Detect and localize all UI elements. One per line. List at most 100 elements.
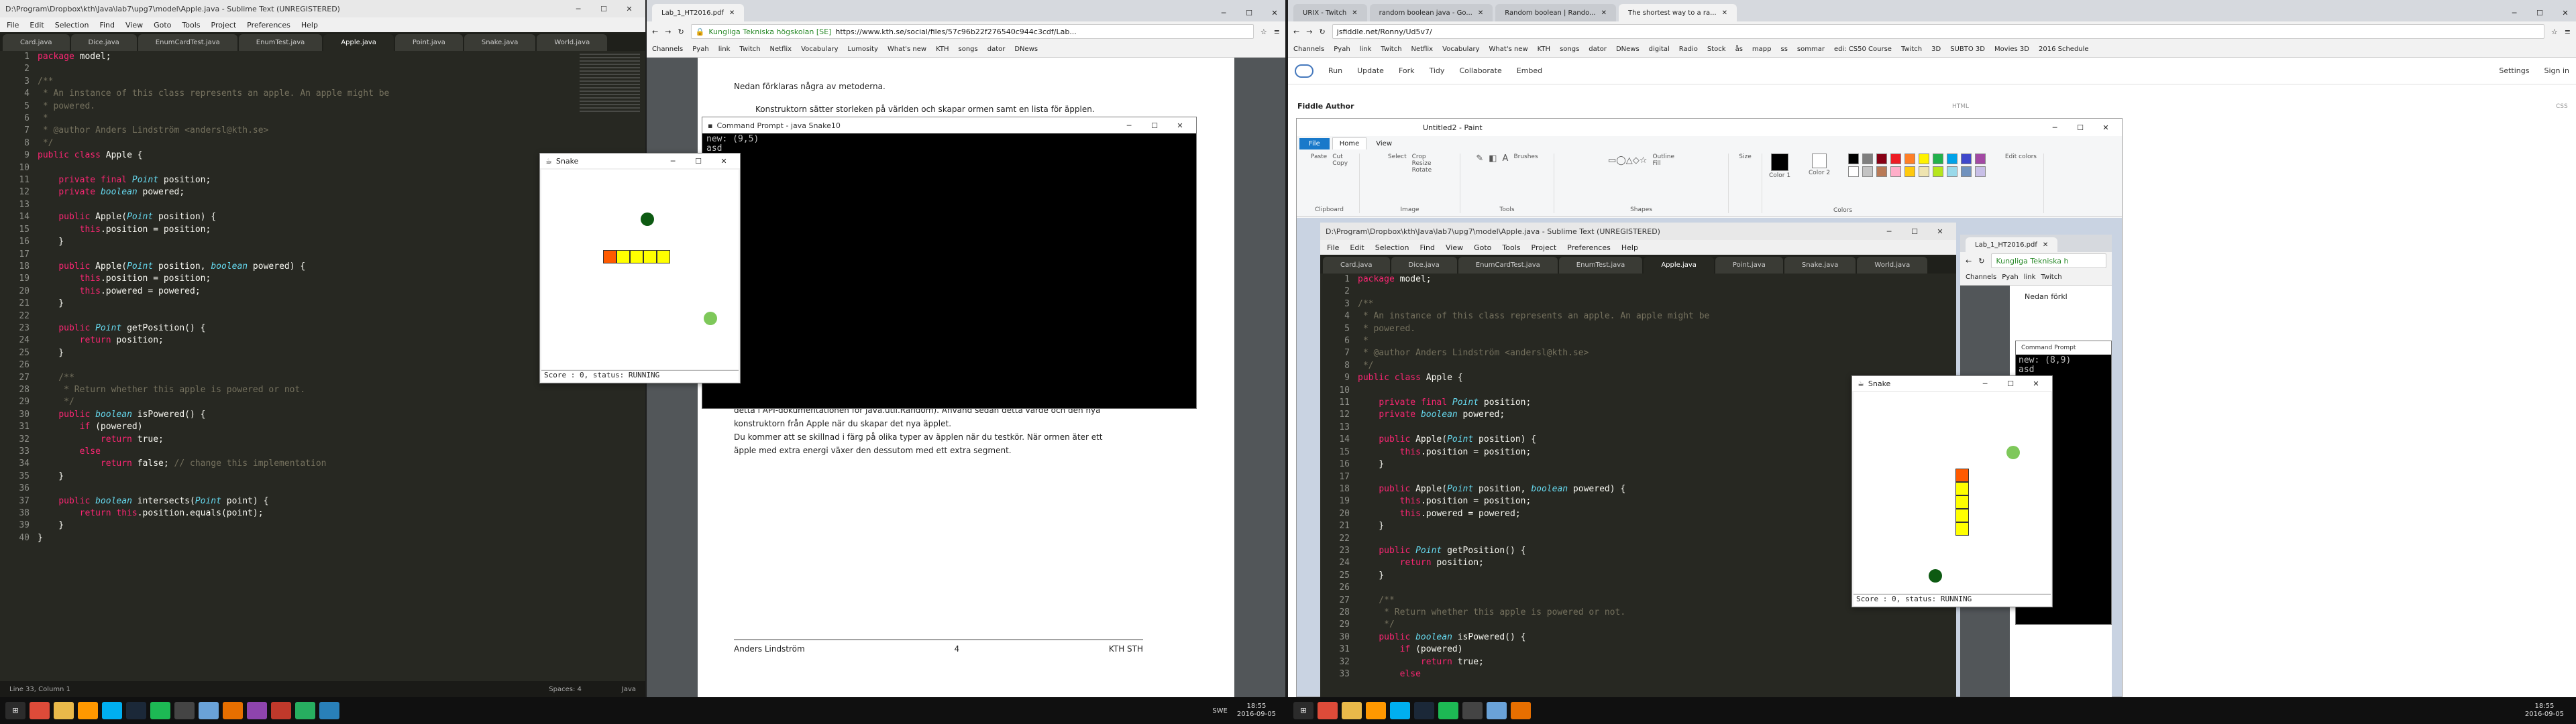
- code-line[interactable]: [1358, 286, 1709, 298]
- tab-apple[interactable]: Apple.java: [323, 34, 394, 51]
- maximize-icon[interactable]: ☐: [2005, 379, 2016, 388]
- code-line[interactable]: }: [38, 347, 389, 359]
- bookmark[interactable]: sommar: [1797, 46, 1825, 53]
- code-line[interactable]: public boolean isPowered() {: [38, 409, 389, 421]
- bookmark[interactable]: What's new: [888, 46, 926, 53]
- palette-swatch[interactable]: [1890, 154, 1901, 164]
- minimize-icon[interactable]: ─: [1980, 379, 1990, 388]
- code-line[interactable]: * powered.: [38, 101, 389, 113]
- code-line[interactable]: return false; // change this implementat…: [38, 458, 389, 470]
- cmd-output[interactable]: new: (9,5)asd (9,5)8,5)asd (8,5)(7,5)asd…: [702, 133, 1196, 299]
- language-indicator[interactable]: SWE: [1212, 707, 1228, 715]
- palette-swatch[interactable]: [1974, 154, 1986, 164]
- sublime-taskbar-icon[interactable]: [1366, 702, 1386, 719]
- code-line[interactable]: * Return whether this apple is powered o…: [1358, 607, 1709, 619]
- cut-button[interactable]: Cut: [1332, 154, 1348, 160]
- size-button[interactable]: Size: [1739, 154, 1751, 160]
- code-line[interactable]: /**: [38, 76, 389, 88]
- maximize-icon[interactable]: ☐: [2075, 123, 2086, 132]
- select-button[interactable]: Select: [1388, 154, 1407, 174]
- palette-swatch[interactable]: [1918, 166, 1929, 177]
- bookmark[interactable]: ås: [1735, 46, 1743, 53]
- bookmark[interactable]: 2016 Schedule: [2039, 46, 2089, 53]
- minimize-icon[interactable]: ─: [1218, 9, 1229, 17]
- tab-card[interactable]: Card.java: [3, 34, 70, 51]
- chrome-tab[interactable]: random boolean java - Go... ✕: [1369, 4, 1493, 21]
- tab-snake[interactable]: Snake.java: [1784, 257, 1856, 274]
- embed-button[interactable]: Embed: [1517, 66, 1542, 75]
- code-line[interactable]: return this.position.equals(point);: [38, 507, 389, 520]
- palette-swatch[interactable]: [1974, 166, 1986, 177]
- minimize-icon[interactable]: ─: [667, 157, 678, 166]
- bookmark[interactable]: mapp: [1752, 46, 1772, 53]
- bookmark[interactable]: Radio: [1679, 46, 1698, 53]
- fork-button[interactable]: Fork: [1399, 66, 1415, 75]
- close-icon[interactable]: ✕: [1175, 121, 1185, 130]
- address-bar[interactable]: 🔒 Kungliga Tekniska högskolan [SE] https…: [690, 24, 1254, 39]
- update-button[interactable]: Update: [1357, 66, 1384, 75]
- palette-swatch[interactable]: [1932, 166, 1943, 177]
- menu-goto[interactable]: Goto: [1474, 243, 1491, 252]
- bookmark[interactable]: 3D: [1931, 46, 1941, 53]
- close-icon[interactable]: ✕: [1269, 9, 1280, 17]
- tab-enumtest[interactable]: EnumTest.java: [1558, 257, 1643, 274]
- sign-in-button[interactable]: Sign in: [2544, 66, 2569, 75]
- bookmark[interactable]: What's new: [1489, 46, 1528, 53]
- tab-snake[interactable]: Snake.java: [464, 34, 536, 51]
- code-line[interactable]: this.powered = powered;: [1358, 508, 1709, 520]
- bookmark[interactable]: Netflix: [1411, 46, 1434, 53]
- indent-setting[interactable]: Spaces: 4: [549, 686, 582, 693]
- menu-edit[interactable]: Edit: [30, 21, 44, 29]
- menu-find[interactable]: Find: [1419, 243, 1435, 252]
- menu-file[interactable]: File: [1327, 243, 1339, 252]
- skype-taskbar-icon[interactable]: [102, 702, 122, 719]
- bookmark[interactable]: Twitch: [1901, 46, 1922, 53]
- code-line[interactable]: [1358, 533, 1709, 545]
- bookmark[interactable]: dator: [1589, 46, 1607, 53]
- tab-enumtest[interactable]: EnumTest.java: [238, 34, 323, 51]
- start-button-icon[interactable]: ⊞: [5, 702, 25, 719]
- palette-swatch[interactable]: [1946, 166, 1957, 177]
- maximize-icon[interactable]: ☐: [1149, 121, 1160, 130]
- bookmark[interactable]: dator: [987, 46, 1006, 53]
- bookmark[interactable]: Netflix: [770, 46, 792, 53]
- bookmark[interactable]: Twitch: [739, 46, 760, 53]
- tab-enumcardtest[interactable]: EnumCardTest.java: [138, 34, 237, 51]
- tab-apple[interactable]: Apple.java: [1644, 257, 1714, 274]
- chrome-taskbar-icon[interactable]: [1318, 702, 1338, 719]
- star-icon[interactable]: ☆: [1260, 27, 1267, 36]
- menu-view[interactable]: View: [125, 21, 143, 29]
- menu-icon[interactable]: ≡: [1274, 27, 1280, 36]
- folder-taskbar-icon[interactable]: [1342, 702, 1362, 719]
- chrome-tab-pdf[interactable]: Lab_1_HT2016.pdf ✕: [652, 4, 745, 21]
- bookmark[interactable]: digital: [1649, 46, 1670, 53]
- paint-home-tab[interactable]: Home: [1332, 137, 1367, 149]
- code-line[interactable]: this.position = position;: [1358, 446, 1709, 459]
- palette-swatch[interactable]: [1862, 154, 1873, 164]
- menu-project[interactable]: Project: [1532, 243, 1557, 252]
- menu-preferences[interactable]: Preferences: [1567, 243, 1611, 252]
- code-line[interactable]: */: [1358, 360, 1709, 372]
- minimize-icon[interactable]: ─: [1124, 121, 1134, 130]
- maximize-icon[interactable]: ☐: [2534, 9, 2545, 17]
- menu-selection[interactable]: Selection: [1375, 243, 1409, 252]
- code-line[interactable]: [38, 359, 389, 371]
- tab-point[interactable]: Point.java: [1715, 257, 1783, 274]
- code-line[interactable]: private boolean powered;: [38, 186, 389, 198]
- reload-icon[interactable]: ↻: [678, 27, 684, 36]
- back-icon[interactable]: ←: [1966, 257, 1972, 265]
- chrome-taskbar-icon[interactable]: [30, 702, 50, 719]
- palette-swatch[interactable]: [1876, 166, 1887, 177]
- code-line[interactable]: this.position = position;: [1358, 495, 1709, 507]
- bookmark[interactable]: DNews: [1616, 46, 1640, 53]
- bookmark[interactable]: Stock: [1707, 46, 1726, 53]
- bookmark[interactable]: songs: [1560, 46, 1579, 53]
- minimize-icon[interactable]: ─: [2049, 123, 2060, 132]
- palette-swatch[interactable]: [1847, 154, 1859, 164]
- paint-file-tab[interactable]: File: [1299, 137, 1330, 149]
- bookmark[interactable]: Channels: [1966, 274, 1996, 281]
- code-line[interactable]: [38, 483, 389, 495]
- code-line[interactable]: [1358, 385, 1709, 397]
- bookmark[interactable]: link: [1360, 46, 1372, 53]
- bookmark[interactable]: link: [718, 46, 731, 53]
